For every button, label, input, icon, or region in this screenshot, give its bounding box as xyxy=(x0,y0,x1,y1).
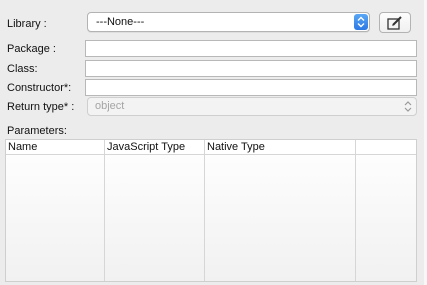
library-select[interactable]: ---None--- xyxy=(87,12,370,32)
column-header-name[interactable]: Name xyxy=(8,141,37,153)
up-down-chevron-icon xyxy=(354,14,368,30)
column-divider xyxy=(355,140,356,281)
constructor-label: Constructor*: xyxy=(7,82,72,94)
parameters-label: Parameters: xyxy=(7,125,67,137)
return-type-label: Return type* : xyxy=(7,101,75,113)
up-down-chevron-icon xyxy=(404,101,412,112)
library-select-value: ---None--- xyxy=(96,16,145,28)
column-header-native-type[interactable]: Native Type xyxy=(207,141,265,153)
parameters-table[interactable]: Name JavaScript Type Native Type xyxy=(5,139,417,282)
form-panel: Library : ---None--- Package : Class: Co… xyxy=(0,0,424,285)
return-type-select[interactable]: object xyxy=(87,97,417,116)
column-divider xyxy=(104,140,105,281)
class-label: Class: xyxy=(7,63,38,75)
constructor-field[interactable] xyxy=(85,79,417,96)
package-label: Package : xyxy=(7,43,56,55)
edit-pencil-icon xyxy=(387,15,402,30)
return-type-value: object xyxy=(95,100,125,112)
library-label: Library : xyxy=(7,18,47,30)
column-header-javascript-type[interactable]: JavaScript Type xyxy=(107,141,185,153)
column-divider xyxy=(204,140,205,281)
edit-library-button[interactable] xyxy=(379,12,411,33)
class-field[interactable] xyxy=(85,60,417,77)
package-field[interactable] xyxy=(85,40,417,57)
